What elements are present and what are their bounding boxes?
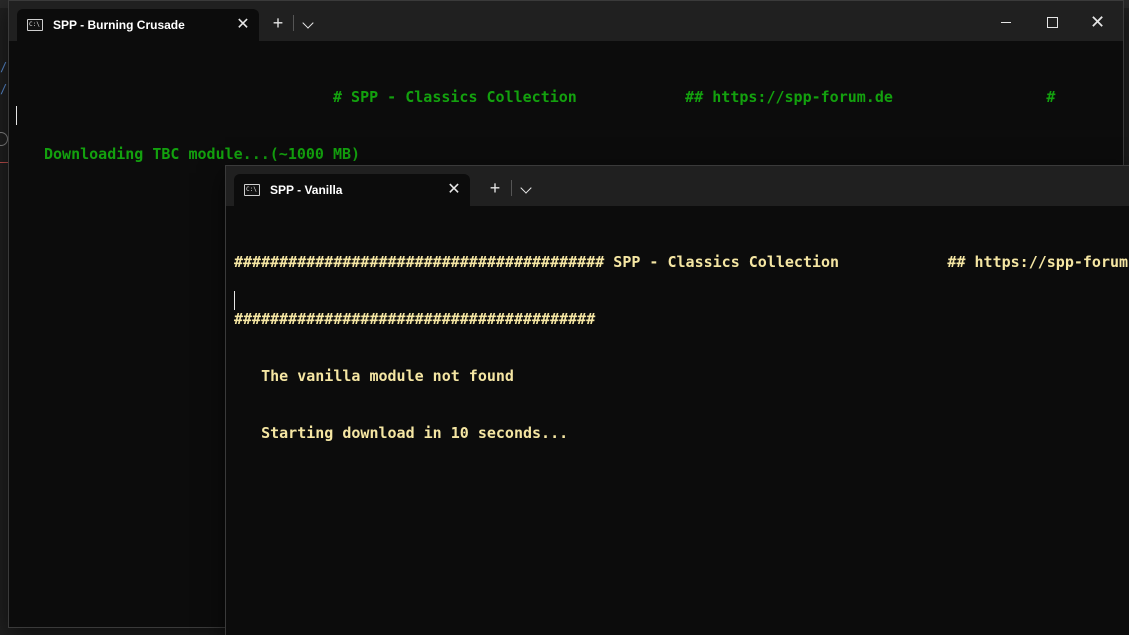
background-circle-icon — [0, 132, 8, 146]
tab-vanilla[interactable]: SPP - Vanilla ✕ — [234, 174, 470, 206]
console-line: ########################################… — [234, 253, 1129, 271]
maximize-button[interactable] — [1041, 11, 1065, 33]
terminal-window-vanilla[interactable]: SPP - Vanilla ✕ + ######################… — [225, 165, 1129, 635]
close-tab-icon[interactable]: ✕ — [446, 182, 462, 198]
close-tab-icon[interactable]: ✕ — [235, 17, 251, 33]
minimize-button[interactable] — [995, 11, 1019, 33]
console-line: Starting download in 10 seconds... — [234, 424, 569, 442]
new-tab-button[interactable]: + — [485, 178, 505, 198]
chevron-down-icon[interactable] — [302, 17, 314, 29]
console-line: Downloading TBC module...(~1000 MB) — [44, 145, 361, 163]
cmd-icon — [27, 19, 43, 31]
console-line: # SPP - Classics Collection ## https://s… — [44, 88, 1056, 106]
console-output[interactable]: ########################################… — [234, 215, 1129, 481]
tab-burning-crusade[interactable]: SPP - Burning Crusade ✕ — [17, 9, 259, 41]
console-line: ######################################## — [234, 310, 596, 328]
background-divider — [0, 162, 8, 163]
titlebar[interactable]: SPP - Burning Crusade ✕ + ✕ — [9, 1, 1123, 41]
chevron-down-icon[interactable] — [520, 182, 532, 194]
close-window-button[interactable]: ✕ — [1087, 11, 1111, 33]
minimize-icon — [1001, 22, 1011, 23]
text-cursor — [16, 106, 17, 125]
titlebar[interactable]: SPP - Vanilla ✕ + — [226, 166, 1129, 206]
background-glyph: / — [0, 82, 8, 96]
cmd-icon — [244, 184, 260, 196]
close-icon: ✕ — [1090, 12, 1106, 32]
text-cursor — [234, 291, 235, 310]
desktop: / / SPP - Burning Crusade ✕ + ✕ — [0, 0, 1129, 635]
tab-title: SPP - Vanilla — [270, 183, 343, 197]
toolbar-separator — [511, 180, 512, 196]
maximize-icon — [1047, 17, 1058, 28]
toolbar-separator — [293, 15, 294, 31]
new-tab-button[interactable]: + — [268, 13, 288, 33]
tab-title: SPP - Burning Crusade — [53, 18, 185, 32]
console-line: The vanilla module not found — [234, 367, 514, 385]
background-glyph: / — [0, 60, 8, 74]
